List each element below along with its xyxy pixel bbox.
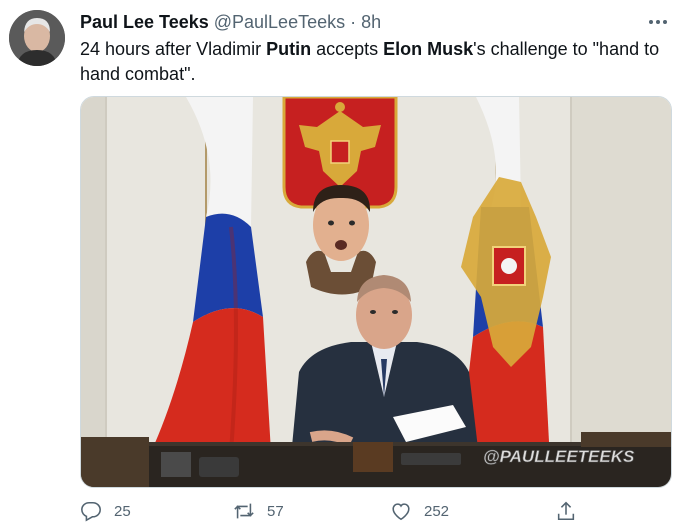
retweet-button[interactable]: 57 (233, 496, 284, 526)
tweet-text: 24 hours after Vladimir Putin accepts El… (80, 37, 680, 87)
tweet-card[interactable]: Paul Lee Teeks @PaulLeeTeeks · 8h 24 hou… (0, 0, 700, 529)
tweet-timestamp[interactable]: 8h (361, 12, 381, 32)
media-watermark: @PAULLEETEEKS (483, 447, 635, 466)
like-button[interactable]: 252 (390, 496, 449, 526)
retweet-icon (233, 500, 255, 522)
tweet-header: Paul Lee Teeks @PaulLeeTeeks · 8h (80, 12, 381, 33)
reply-count: 25 (114, 502, 131, 520)
author-name[interactable]: Paul Lee Teeks (80, 12, 209, 32)
retweet-count: 57 (267, 502, 284, 520)
heart-icon (390, 500, 412, 522)
reply-button[interactable]: 25 (80, 496, 131, 526)
share-button[interactable] (555, 496, 577, 526)
mention-putin: Putin (266, 39, 312, 59)
tweet-image[interactable]: @PAULLEETEEKS (80, 96, 672, 488)
elon-musk-head-cutout (306, 185, 376, 295)
author-handle[interactable]: @PaulLeeTeeks (214, 12, 345, 32)
header-separator: · (350, 12, 357, 32)
mention-elon-musk: Elon Musk (383, 39, 474, 59)
more-icon[interactable] (646, 12, 670, 32)
tweet-actions: 25 57 252 (80, 496, 680, 526)
tweet-text-part: accepts (311, 39, 384, 59)
reply-icon (80, 500, 102, 522)
author-avatar[interactable] (9, 10, 65, 66)
share-icon (555, 500, 577, 522)
tweet-text-part: 24 hours after Vladimir (80, 39, 267, 59)
like-count: 252 (424, 502, 450, 520)
